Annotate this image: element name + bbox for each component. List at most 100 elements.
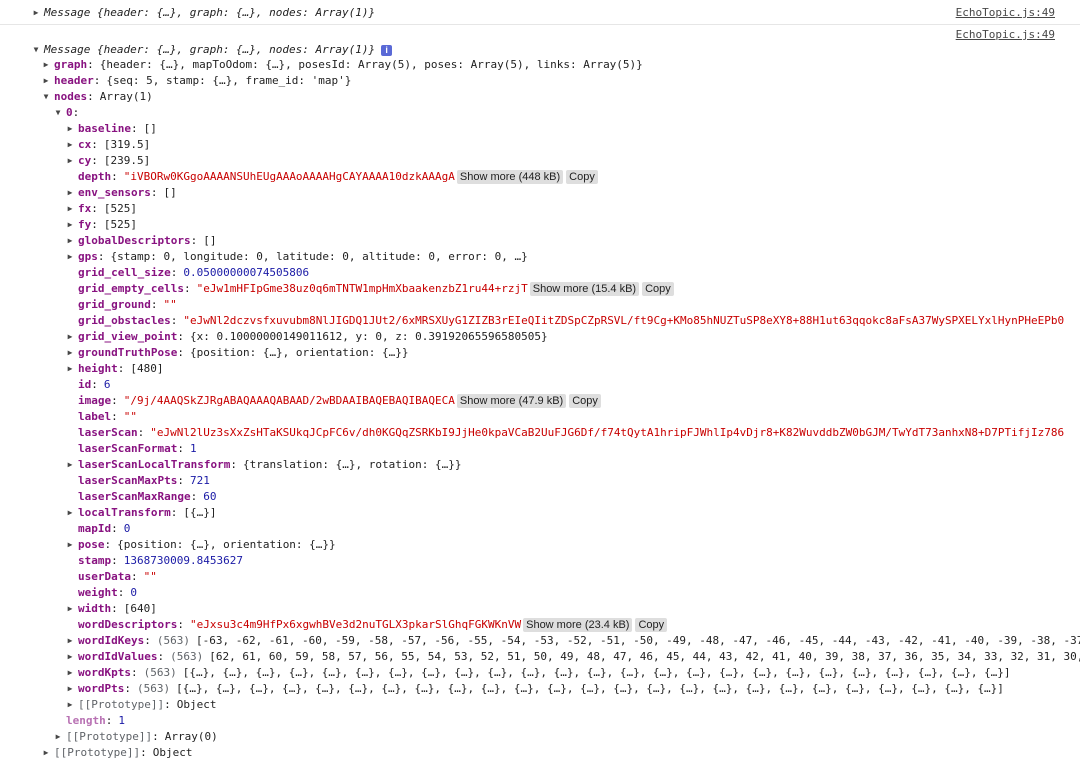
collapse-triangle-icon[interactable]: ▼ — [53, 105, 63, 121]
expand-triangle-icon[interactable]: ▶ — [65, 329, 75, 345]
property-key: id — [78, 378, 92, 391]
source-link[interactable]: EchoTopic.js:49 — [956, 27, 1055, 43]
property-row[interactable]: ▶ height: [480] — [0, 361, 1080, 377]
expand-triangle-icon[interactable]: ▶ — [65, 121, 75, 137]
key-separator: : — [111, 602, 118, 615]
show-more-size: (448 kB) — [518, 171, 561, 183]
property-key: wordKpts — [78, 666, 131, 679]
property-row[interactable]: ▶ wordPts: (563) [{…}, {…}, {…}, {…}, {…}, … — [0, 681, 1080, 697]
expand-triangle-icon[interactable]: ▶ — [65, 537, 75, 553]
property-row[interactable]: ▶ fx: [525] — [0, 201, 1080, 217]
property-key: baseline — [78, 122, 131, 135]
expand-triangle-icon[interactable]: ▶ — [65, 633, 75, 649]
expand-triangle-icon[interactable]: ▶ — [41, 73, 51, 89]
property-row[interactable]: ▼ 0: — [0, 105, 1080, 121]
property-row[interactable]: ▶ [[Prototype]]: Array(0) — [0, 729, 1080, 745]
collapse-triangle-icon[interactable]: ▼ — [41, 89, 51, 105]
property-row: grid_obstacles: "eJwNl2dczvsfxuvubm8NlJIG… — [0, 313, 1080, 329]
expand-triangle-icon[interactable]: ▶ — [65, 217, 75, 233]
property-row[interactable]: ▶ env_sensors: [] — [0, 185, 1080, 201]
property-row: grid_cell_size:0.05000000074505806 — [0, 265, 1080, 281]
expand-triangle-icon[interactable]: ▶ — [65, 249, 75, 265]
show-more-label: Show more — [459, 171, 516, 183]
property-value: [] — [203, 234, 217, 247]
expand-triangle-icon[interactable]: ▶ — [65, 361, 75, 377]
property-row[interactable]: ▶ baseline: [] — [0, 121, 1080, 137]
expand-triangle-icon[interactable]: ▶ — [65, 233, 75, 249]
expand-triangle-icon[interactable]: ▶ — [65, 201, 75, 217]
property-key: [[Prototype]] — [54, 746, 141, 759]
property-row[interactable]: ▼ nodes: Array(1) — [0, 89, 1080, 105]
property-row[interactable]: ▶ graph: {header: {…}, mapToOdom: {…}, pos… — [0, 57, 1080, 73]
property-value: 0 — [130, 586, 137, 599]
property-value: {header: {…}, mapToOdom: {…}, posesId: A… — [99, 58, 643, 71]
property-row[interactable]: ▶ [[Prototype]]: Object — [0, 745, 1080, 761]
property-row[interactable]: ▶ header: {seq: 5, stamp: {…}, frame_id: '… — [0, 73, 1080, 89]
property-key: userData — [78, 570, 131, 583]
expand-triangle-icon[interactable]: ▶ — [65, 649, 75, 665]
show-more-button[interactable]: Show more (448 kB) — [456, 170, 564, 184]
copy-button[interactable]: Copy — [566, 170, 598, 184]
property-value: 6 — [103, 378, 111, 391]
expand-triangle-icon[interactable]: ▶ — [65, 345, 75, 361]
expand-triangle-icon[interactable]: ▶ — [53, 729, 63, 745]
source-link[interactable]: EchoTopic.js:49 — [956, 5, 1055, 21]
property-row[interactable]: ▶ gps: {stamp: 0, longitude: 0, latitude: … — [0, 249, 1080, 265]
property-row[interactable]: ▶ fy: [525] — [0, 217, 1080, 233]
property-row: laserScan: "eJwNl2lUz3sXxZsHTaKSUkqJCpFC6… — [0, 425, 1080, 441]
property-value: {position: {…}, orientation: {…}} — [189, 346, 409, 359]
info-icon[interactable]: i — [381, 44, 393, 56]
property-row[interactable]: ▶ laserScanLocalTransform: {translation: {… — [0, 457, 1080, 473]
property-value: 1368730009.8453627 — [123, 554, 243, 567]
key-separator: : — [124, 682, 131, 695]
copy-button[interactable]: Copy — [635, 618, 668, 632]
property-row: wordDescriptors: "eJxsu3c4m9HfPx6xgwhBVe3… — [0, 617, 1080, 633]
expand-triangle-icon[interactable]: ▶ — [65, 697, 75, 713]
show-more-button[interactable]: Show more (47.9 kB) — [456, 394, 567, 408]
key-separator: : — [140, 746, 147, 759]
key-separator: : — [170, 314, 178, 327]
property-row[interactable]: ▶ localTransform: [{…}] — [0, 505, 1080, 521]
expand-triangle-icon[interactable]: ▶ — [65, 137, 75, 153]
message-label: Message — [44, 43, 91, 56]
console-message-collapsed[interactable]: ▶ Message {header: {…}, graph: {…}, node… — [0, 5, 1080, 21]
property-row[interactable]: ▶ groundTruthPose: {position: {…}, orienta… — [0, 345, 1080, 361]
property-row[interactable]: ▶ pose: {position: {…}, orientation: {…}} — [0, 537, 1080, 553]
property-row: grid_ground: "" — [0, 297, 1080, 313]
expand-triangle-icon[interactable]: ▶ — [65, 681, 75, 697]
array-count: (563) — [136, 682, 171, 695]
copy-button[interactable]: Copy — [642, 282, 674, 296]
expand-triangle-icon[interactable]: ▶ — [65, 457, 75, 473]
expand-triangle-icon[interactable]: ▶ — [41, 57, 51, 73]
property-row[interactable]: ▶ wordIdValues: (563) [62, 61, 60, 59, 58, … — [0, 649, 1080, 665]
property-row: depth: "iVBORw0KGgoAAAANSUhEUgAAAoAAAAHgC… — [0, 169, 1080, 185]
property-row[interactable]: ▶ wordKpts: (563) [{…}, {…}, {…}, {…}, {…},… — [0, 665, 1080, 681]
expand-triangle-icon[interactable]: ▶ — [65, 153, 75, 169]
property-value: Array(1) — [99, 90, 153, 103]
property-row[interactable]: ▶ [[Prototype]]: Object — [0, 697, 1080, 713]
property-row[interactable]: ▶ grid_view_point: {x: 0.10000000149011612… — [0, 329, 1080, 345]
copy-button[interactable]: Copy — [569, 394, 601, 408]
property-row[interactable]: ▶ cx: [319.5] — [0, 137, 1080, 153]
console-message-expanded[interactable]: ▼ Message {header: {…}, graph: {…}, node… — [0, 42, 1080, 58]
expand-triangle-icon[interactable]: ▶ — [65, 185, 75, 201]
expand-triangle-icon[interactable]: ▶ — [31, 5, 41, 21]
property-row[interactable]: ▶ width: [640] — [0, 601, 1080, 617]
show-more-button[interactable]: Show more (15.4 kB) — [529, 282, 640, 296]
show-more-label: Show more — [459, 395, 516, 407]
property-value: 60 — [203, 490, 217, 503]
property-row[interactable]: ▶ globalDescriptors: [] — [0, 233, 1080, 249]
property-key: pose — [78, 538, 105, 551]
key-separator: : — [183, 282, 191, 295]
property-value: [-63, -62, -61, -60, -59, -58, -57, -56,… — [195, 634, 1080, 647]
property-row[interactable]: ▶ cy: [239.5] — [0, 153, 1080, 169]
collapse-triangle-icon[interactable]: ▼ — [31, 42, 41, 58]
show-more-button[interactable]: Show more (23.4 kB) — [523, 618, 633, 632]
property-value: {position: {…}, orientation: {…}} — [117, 538, 336, 551]
property-key: fy — [78, 218, 92, 231]
expand-triangle-icon[interactable]: ▶ — [65, 665, 75, 681]
expand-triangle-icon[interactable]: ▶ — [65, 505, 75, 521]
property-row[interactable]: ▶ wordIdKeys: (563) [-63, -62, -61, -60, -5… — [0, 633, 1080, 649]
expand-triangle-icon[interactable]: ▶ — [65, 601, 75, 617]
expand-triangle-icon[interactable]: ▶ — [41, 745, 51, 761]
